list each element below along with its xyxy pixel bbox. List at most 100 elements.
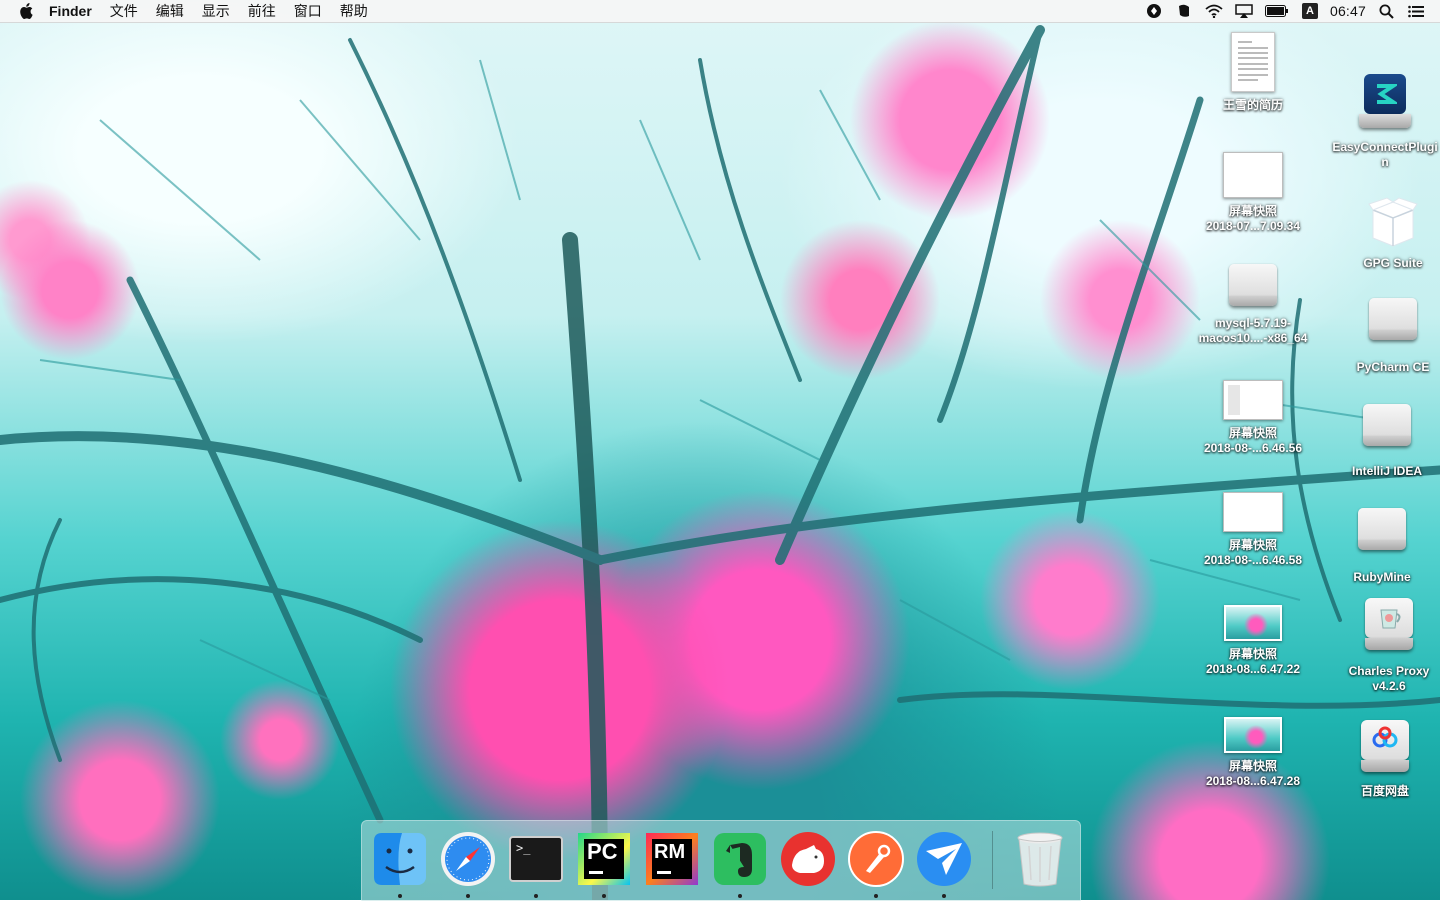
disk-image-icon [1367,292,1419,344]
desktop-file-screenshot-3[interactable]: 屏幕快照 2018-08-...6.46.58 [1193,492,1313,568]
desktop-file-sublabel: 2018-08-...6.46.58 [1203,553,1303,567]
postman-icon [848,831,904,887]
running-indicator [738,894,742,898]
input-source-icon[interactable]: A [1300,2,1320,20]
spotlight-search-icon[interactable] [1376,2,1396,20]
dock-rubymine[interactable]: RM [642,829,702,889]
disk-image-icon [1227,258,1279,310]
desktop-file-label: 屏幕快照 [1228,204,1277,218]
baidu-netdisk-disk-icon [1359,716,1411,774]
desktop-file-label: 王雪的简历 [1222,98,1283,112]
desktop-file-sublabel: 2018-08...6.47.22 [1205,662,1301,676]
desktop-disk-intellij-idea[interactable]: IntelliJ IDEA [1327,398,1440,479]
charles-proxy-disk-icon [1363,596,1415,654]
airplay-icon[interactable] [1234,2,1254,20]
desktop-file-screenshot-1[interactable]: 屏幕快照 2018-07...7.09.34 [1193,152,1313,234]
screenshot-icon [1224,717,1282,753]
desktop-file-label: 屏幕快照 [1228,426,1277,440]
notification-center-icon[interactable] [1406,2,1426,20]
document-icon [1231,32,1275,92]
running-indicator [942,894,946,898]
dock-terminal[interactable]: >_ [506,829,566,898]
desktop-file-label: PyCharm CE [1356,360,1430,374]
desktop-file-label: mysql-5.7.19- [1214,316,1292,330]
terminal-icon: >_ [509,836,563,882]
desktop-file-resume[interactable]: 王雪的简历 [1193,32,1313,113]
running-indicator [874,894,878,898]
rubymine-icon: RM [646,833,698,885]
desktop-disk-pycharm-ce[interactable]: PyCharm CE [1333,292,1440,375]
desktop-disk-charles-proxy[interactable]: Charles Proxy v4.2.6 [1329,596,1440,694]
airmail-bird-icon [917,832,971,886]
dock-airmail[interactable] [914,829,974,898]
desktop-file-label: GPG Suite [1363,256,1423,270]
menu-view[interactable]: 显示 [193,0,239,22]
desktop-file-label: 屏幕快照 [1228,759,1277,773]
running-indicator [602,894,606,898]
desktop-file-label: IntelliJ IDEA [1351,464,1422,478]
desktop-file-screenshot-4[interactable]: 屏幕快照 2018-08...6.47.22 [1193,605,1313,677]
dock-finder[interactable] [370,829,430,898]
desktop-file-sublabel: v4.2.6 [1372,679,1406,693]
dock-bear[interactable] [778,829,838,889]
running-indicator [534,894,538,898]
menu-bar: Finder 文件 编辑 显示 前往 窗口 帮助 A 06:47 [0,0,1440,23]
menu-go[interactable]: 前往 [239,0,285,22]
terminal-prompt-glyph: >_ [516,841,531,855]
apple-menu-icon[interactable] [12,3,40,19]
desktop-file-label: RubyMine [1353,570,1411,584]
battery-icon[interactable] [1264,2,1290,20]
safari-compass-icon [441,832,495,886]
dock-pycharm[interactable]: PC [574,829,634,898]
evernote-elephant-icon [714,833,766,885]
trash-icon [1017,832,1063,887]
evernote-helper-icon[interactable] [1174,2,1194,20]
bear-icon [781,832,835,886]
gpg-suite-box-icon [1367,192,1419,250]
desktop-file-label: 屏幕快照 [1228,647,1277,661]
menu-help[interactable]: 帮助 [331,0,377,22]
menu-edit[interactable]: 编辑 [147,0,193,22]
desktop-file-label: Charles Proxy [1348,664,1430,678]
desktop-file-screenshot-5[interactable]: 屏幕快照 2018-08...6.47.28 [1193,717,1313,789]
menu-file[interactable]: 文件 [101,0,147,22]
desktop-file-sublabel: n [1381,155,1389,169]
desktop-disk-gpg-suite[interactable]: GPG Suite [1333,192,1440,271]
desktop-file-sublabel: 2018-07...7.09.34 [1205,219,1301,233]
dock-safari[interactable] [438,829,498,898]
desktop-disk-baidu-netdisk[interactable]: 百度网盘 [1325,716,1440,799]
wifi-icon[interactable] [1204,2,1224,20]
disk-image-icon [1361,398,1413,450]
dock-evernote[interactable] [710,829,770,898]
dock-postman[interactable] [846,829,906,898]
dock-separator [992,831,993,889]
desktop-file-label: 屏幕快照 [1228,538,1277,552]
dock: >_ PC RM [361,820,1081,901]
disk-image-icon [1356,502,1408,554]
screenshot-icon [1223,380,1283,420]
desktop-disk-easyconnect[interactable]: EasyConnectPlugi n [1330,72,1440,170]
pycharm-icon: PC [578,833,630,885]
screenshot-icon [1224,605,1282,641]
easyconnect-disk-icon [1358,72,1412,132]
desktop-file-label: 百度网盘 [1360,784,1409,798]
desktop-disk-rubymine[interactable]: RubyMine [1322,502,1440,585]
rubymine-glyph: RM [654,841,686,863]
dock-trash[interactable] [1010,829,1070,889]
menubar-clock[interactable]: 06:47 [1330,3,1366,19]
running-indicator [466,894,470,898]
finder-icon [374,833,426,885]
desktop-file-sublabel: 2018-08-...6.46.56 [1203,441,1303,455]
screenshot-icon [1223,152,1283,198]
input-source-label: A [1301,3,1318,19]
running-indicator [398,894,402,898]
desktop-file-label: EasyConnectPlugi [1332,140,1438,154]
desktop-file-screenshot-2[interactable]: 屏幕快照 2018-08-...6.46.56 [1193,380,1313,456]
desktop-file-sublabel: macos10....-x86_64 [1198,331,1308,345]
menu-app-finder[interactable]: Finder [40,0,101,22]
pycharm-glyph: PC [587,839,618,864]
desktop-disk-mysql[interactable]: mysql-5.7.19- macos10....-x86_64 [1193,258,1313,346]
menu-window[interactable]: 窗口 [285,0,331,22]
vpn-status-icon[interactable] [1144,2,1164,20]
desktop-file-sublabel: 2018-08...6.47.28 [1205,774,1301,788]
